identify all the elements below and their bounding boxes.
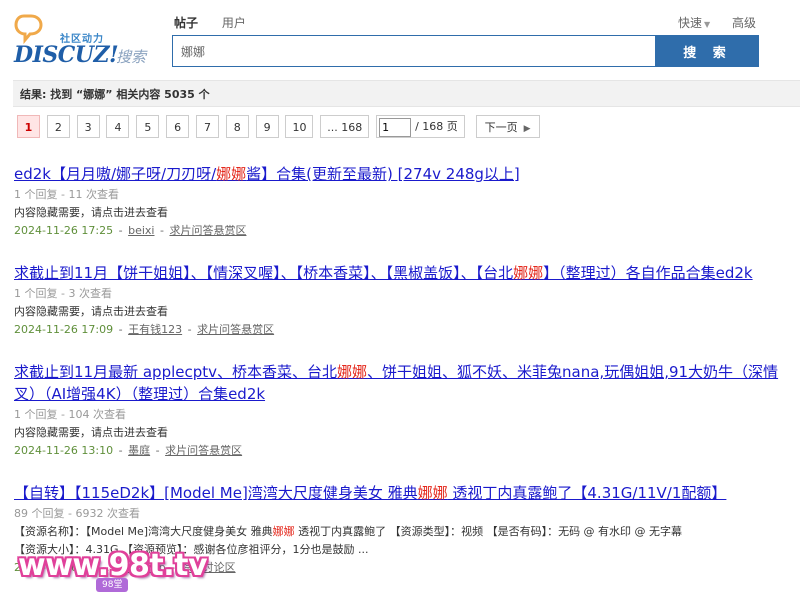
page-jump: / 168 页 <box>376 115 465 138</box>
result-snippet: 内容隐藏需要，请点击进去查看 <box>14 426 168 439</box>
page-link-last[interactable]: ... 168 <box>320 115 370 138</box>
result-forum-link[interactable]: 综合讨论区 <box>181 561 236 574</box>
result-counts: 89 个回复 - 6932 次查看 <box>14 507 140 520</box>
result-info: 2024-11-26 17:09 - 王有钱123 - 求片问答悬赏区 <box>14 323 275 336</box>
result-counts: 1 个回复 - 3 次查看 <box>14 287 112 300</box>
search-box <box>172 35 656 67</box>
result-snippet-highlight: 娜娜 <box>272 525 295 538</box>
result-author-link[interactable]: ...ngvip <box>125 561 166 574</box>
page-jump-total: / 168 页 <box>415 120 458 133</box>
discuz-logo[interactable]: 社区动力 DISCUZ! 搜索 <box>14 12 164 68</box>
result-title-text: 【自转】【115eD2k】[Model Me]湾湾大尺度健身美女 雅典 <box>14 484 418 502</box>
result-forum-link[interactable]: 求片问答悬赏区 <box>197 323 274 336</box>
result-title-text: 求截止到11月最新 applecptv、桥本香菜、台北 <box>14 363 338 381</box>
result-author-link[interactable]: 王有钱123 <box>128 323 182 336</box>
result-title-link[interactable]: 【自转】【115eD2k】[Model Me]湾湾大尺度健身美女 雅典娜娜 透视… <box>14 482 784 504</box>
result-snippet-line2: 【资源大小】：4.31G 【资源预览】：感谢各位彦祖评分，1分也是鼓励 ... <box>14 543 369 556</box>
result-author-link[interactable]: beixi <box>128 224 154 237</box>
result-date: 2024-11-26 17:09 <box>14 323 114 336</box>
logo-name: DISCUZ! <box>14 42 119 68</box>
result-title-highlight: 娜娜 <box>417 484 448 502</box>
result-item: 求截止到11月最新 applecptv、桥本香菜、台北娜娜、饼干姐姐、狐不妖、米… <box>14 361 784 460</box>
search-type-tabs: 帖子 用户 <box>174 14 266 32</box>
result-info: 2024-11-26 09:... - ...ngvip - 综合讨论区 <box>14 561 236 574</box>
page-link[interactable]: 8 <box>225 115 249 138</box>
result-title-text: 求截止到11月【饼干姐姐】、【情深叉喔】、【桥本香菜】、【黑椒盖饭】、【台北 <box>14 264 514 282</box>
page-link[interactable]: 2 <box>46 115 70 138</box>
result-summary: 结果: 找到 “娜娜” 相关内容 5035 个 <box>13 80 800 107</box>
result-counts: 1 个回复 - 11 次查看 <box>14 188 119 201</box>
result-item: ed2k【月月嗷/娜子呀/刀刃呀/娜娜酱】合集(更新至最新) [274v 248… <box>14 163 784 240</box>
result-date: 2024-11-26 17:25 <box>14 224 114 237</box>
result-forum-link[interactable]: 求片问答悬赏区 <box>165 444 242 457</box>
result-snippet-text: 【资源名称】：【Model Me]湾湾大尺度健身美女 雅典 <box>14 525 273 538</box>
result-forum-link[interactable]: 求片问答悬赏区 <box>169 224 246 237</box>
tab-posts[interactable]: 帖子 <box>174 14 198 31</box>
result-counts: 1 个回复 - 104 次查看 <box>14 408 126 421</box>
result-title-link[interactable]: ed2k【月月嗷/娜子呀/刀刃呀/娜娜酱】合集(更新至最新) [274v 248… <box>14 163 784 185</box>
result-info: 2024-11-26 17:25 - beixi - 求片问答悬赏区 <box>14 224 247 237</box>
top-links: 快速 ▼ 高级 <box>660 14 756 31</box>
result-snippet: 【资源名称】：【Model Me]湾湾大尺度健身美女 雅典娜娜 透视丁内真露鲍了… <box>14 523 784 541</box>
page-link[interactable]: 5 <box>136 115 160 138</box>
search-button[interactable]: 搜 索 <box>656 35 759 67</box>
result-snippet: 内容隐藏需要，请点击进去查看 <box>14 206 168 219</box>
result-author-link[interactable]: 墨庭 <box>128 444 150 457</box>
next-page-label: 下一页 <box>484 121 518 134</box>
page-link[interactable]: 6 <box>166 115 190 138</box>
result-date: 2024-11-26 13:10 <box>14 444 114 457</box>
result-title-text: ed2k【月月嗷/娜子呀/刀刃呀/ <box>14 165 217 183</box>
page-link[interactable]: 9 <box>255 115 279 138</box>
result-title-highlight: 娜娜 <box>216 165 247 183</box>
page-link[interactable]: 10 <box>285 115 314 138</box>
advanced-search-link[interactable]: 高级 <box>732 16 756 30</box>
result-item: 【自转】【115eD2k】[Model Me]湾湾大尺度健身美女 雅典娜娜 透视… <box>14 482 784 577</box>
search-input[interactable] <box>173 36 655 66</box>
result-title-highlight: 娜娜 <box>337 363 368 381</box>
page-link[interactable]: 3 <box>76 115 100 138</box>
chevron-right-icon: ▶ <box>523 124 531 134</box>
result-item: 求截止到11月【饼干姐姐】、【情深叉喔】、【桥本香菜】、【黑椒盖饭】、【台北娜娜… <box>14 262 784 339</box>
page-link-current[interactable]: 1 <box>17 115 40 138</box>
result-snippet: 内容隐藏需要，请点击进去查看 <box>14 305 168 318</box>
search-results: ed2k【月月嗷/娜子呀/刀刃呀/娜娜酱】合集(更新至最新) [274v 248… <box>14 163 784 599</box>
result-snippet-text: 透视丁内真露鲍了 【资源类型】：视频 【是否有码】：无码 @ 有水印 @ 无字幕 <box>294 525 683 538</box>
result-title-text: 】（整理过）各自作品合集ed2k <box>543 264 753 282</box>
page-jump-input[interactable] <box>379 118 412 137</box>
result-date: 2024-11-26 09:... <box>14 561 110 574</box>
quick-search-label: 快速 <box>677 16 702 30</box>
page-link[interactable]: 7 <box>195 115 219 138</box>
chevron-down-icon: ▼ <box>704 20 711 29</box>
result-title-link[interactable]: 求截止到11月最新 applecptv、桥本香菜、台北娜娜、饼干姐姐、狐不妖、米… <box>14 361 784 405</box>
result-title-highlight: 娜娜 <box>513 264 544 282</box>
result-title-link[interactable]: 求截止到11月【饼干姐姐】、【情深叉喔】、【桥本香菜】、【黑椒盖饭】、【台北娜娜… <box>14 262 784 284</box>
tab-users[interactable]: 用户 <box>222 14 246 31</box>
quick-search-dropdown[interactable]: 快速 ▼ <box>678 16 710 30</box>
result-info: 2024-11-26 13:10 - 墨庭 - 求片问答悬赏区 <box>14 444 243 457</box>
logo-search-word: 搜索 <box>116 48 147 66</box>
pagination: 1 2 3 4 5 6 7 8 9 10 ... 168 / 168 页 下一页… <box>17 115 540 140</box>
result-title-text: 酱】合集(更新至最新) [274v 248g以上] <box>246 165 520 183</box>
next-page-button[interactable]: 下一页 ▶ <box>475 115 540 138</box>
page-link[interactable]: 4 <box>106 115 130 138</box>
result-title-text: 透视丁内真露鲍了【4.31G/11V/1配额】 <box>447 484 727 502</box>
